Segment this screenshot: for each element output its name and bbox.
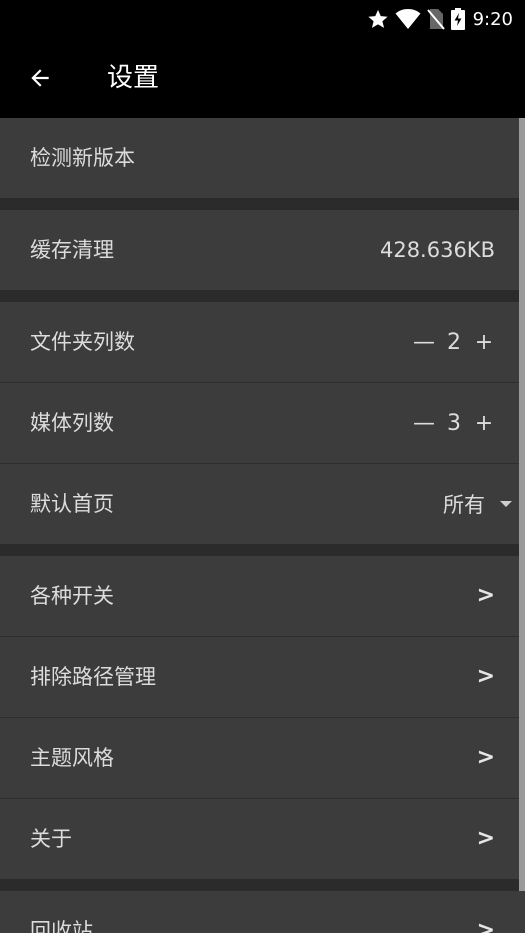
switches-label: 各种开关 (30, 584, 114, 608)
exclude-paths-label: 排除路径管理 (30, 665, 156, 689)
scrollbar[interactable] (519, 118, 525, 891)
trash-label: 回收站 (30, 919, 93, 933)
settings-list: 检测新版本 缓存清理 428.636KB 文件夹列数 — 2 + 媒体列数 — … (0, 118, 525, 933)
status-icons: 9:20 (367, 6, 513, 32)
section-trash: 回收站 > (0, 891, 525, 933)
wifi-icon (395, 9, 421, 29)
folder-columns-increment-button[interactable]: + (473, 330, 495, 355)
default-home-dropdown[interactable]: 所有 (443, 464, 513, 544)
clear-cache-label: 缓存清理 (30, 238, 114, 262)
theme-label: 主题风格 (30, 746, 114, 770)
folder-columns-value: 2 (447, 329, 461, 355)
arrow-left-icon (31, 69, 49, 87)
media-columns-label: 媒体列数 (30, 411, 114, 435)
media-columns-row: 媒体列数 — 3 + (0, 383, 525, 464)
chevron-right-icon: > (476, 664, 495, 689)
media-columns-value: 3 (447, 410, 461, 436)
folder-columns-label: 文件夹列数 (30, 330, 135, 354)
app-bar: 设置 (0, 38, 525, 118)
chevron-right-icon: > (476, 583, 495, 608)
folder-columns-stepper: — 2 + (413, 302, 495, 382)
chevron-right-icon: > (476, 745, 495, 770)
battery-charging-icon (450, 8, 465, 30)
cache-size-value: 428.636KB (379, 238, 495, 262)
media-columns-decrement-button[interactable]: — (413, 411, 435, 436)
exclude-paths-row[interactable]: 排除路径管理 > (0, 637, 525, 718)
about-row[interactable]: 关于 > (0, 799, 525, 879)
folder-columns-row: 文件夹列数 — 2 + (0, 302, 525, 383)
trash-row[interactable]: 回收站 > (0, 891, 525, 933)
no-sim-icon (426, 9, 445, 30)
back-button[interactable] (18, 58, 62, 98)
check-update-row[interactable]: 检测新版本 (0, 118, 525, 198)
default-home-row: 默认首页 所有 (0, 464, 525, 544)
default-home-value: 所有 (443, 493, 485, 517)
section-layout: 文件夹列数 — 2 + 媒体列数 — 3 + 默认首页 所有 (0, 302, 525, 544)
section-update: 检测新版本 (0, 118, 525, 198)
section-navigation: 各种开关 > 排除路径管理 > 主题风格 > 关于 > (0, 556, 525, 879)
clear-cache-row[interactable]: 缓存清理 428.636KB (0, 210, 525, 290)
section-cache: 缓存清理 428.636KB (0, 210, 525, 290)
media-columns-stepper: — 3 + (413, 383, 495, 463)
switches-row[interactable]: 各种开关 > (0, 556, 525, 637)
page-title: 设置 (107, 63, 160, 93)
folder-columns-decrement-button[interactable]: — (413, 330, 435, 355)
dropdown-arrow-icon (500, 501, 512, 507)
chevron-right-icon: > (476, 918, 495, 933)
default-home-label: 默认首页 (30, 492, 114, 516)
about-label: 关于 (30, 827, 72, 851)
clock: 9:20 (472, 8, 513, 30)
media-columns-increment-button[interactable]: + (473, 411, 495, 436)
theme-row[interactable]: 主题风格 > (0, 718, 525, 799)
star-icon (367, 9, 388, 28)
status-bar: 9:20 (0, 0, 525, 38)
check-update-label: 检测新版本 (30, 146, 135, 170)
chevron-right-icon: > (476, 826, 495, 851)
